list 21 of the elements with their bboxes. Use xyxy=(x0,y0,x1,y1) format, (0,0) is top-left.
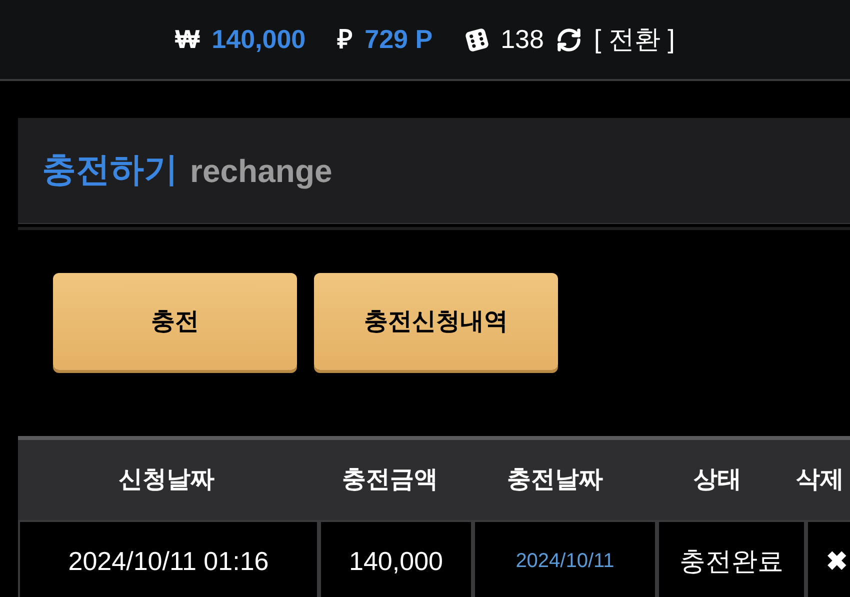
panel-title: 충전하기 xyxy=(42,150,178,191)
charge-tab-button[interactable]: 충전신청내역 xyxy=(314,273,558,370)
refresh-icon[interactable] xyxy=(556,26,582,52)
dice-icon xyxy=(464,28,489,52)
column-header: 삭제 xyxy=(795,465,845,495)
cash-balance: 140,000 xyxy=(212,23,306,56)
charge-tab-button[interactable]: 충전 xyxy=(53,273,297,370)
panel-subtitle: rechange xyxy=(190,152,332,191)
table-cell: 충전완료 xyxy=(659,522,804,597)
table-cell: 2024/10/11 01:16 xyxy=(20,522,317,597)
won-symbol: ₩ xyxy=(175,23,200,56)
column-header: 신청날짜 xyxy=(118,465,216,495)
point-balance: 729 P xyxy=(364,23,433,56)
point-symbol: ₽ xyxy=(338,23,353,56)
column-header: 상태 xyxy=(692,465,742,495)
switch-link[interactable]: [ 전환 ] xyxy=(594,20,675,59)
column-header: 충전날짜 xyxy=(506,465,604,495)
table-cell: 140,000 xyxy=(321,522,471,597)
table-cell: 2024/10/11 xyxy=(475,522,655,597)
column-header: 충전금액 xyxy=(341,465,439,495)
dice-count: 138 xyxy=(500,23,544,56)
